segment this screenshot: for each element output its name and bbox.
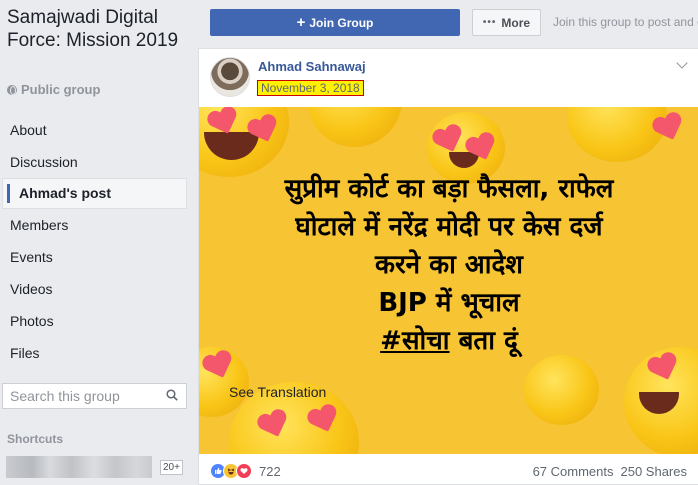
nav-item-events[interactable]: Events (0, 241, 190, 273)
headline-line: BJP में भूचाल (378, 288, 520, 318)
see-translation-link[interactable]: See Translation (229, 384, 326, 400)
shortcut-count-badge: 20+ (160, 459, 183, 475)
post-author[interactable]: Ahmad Sahnawaj (258, 59, 366, 74)
post-image[interactable]: सुप्रीम कोर्ट का बड़ा फैसला, राफेल घोटाल… (199, 107, 698, 454)
search-icon[interactable] (166, 389, 178, 401)
love-reaction-icon (236, 463, 252, 479)
post-headline: सुप्रीम कोर्ट का बड़ा फैसला, राफेल घोटाल… (199, 170, 698, 360)
blurred-shortcut (6, 456, 152, 478)
shortcuts-heading: Shortcuts (7, 432, 64, 446)
headline-tail: बता दूं (449, 326, 518, 356)
reactions-summary[interactable]: 722 (210, 463, 281, 479)
heart-eyes-emoji-decoration (524, 355, 599, 425)
heart-eyes-emoji-decoration (307, 107, 402, 147)
group-privacy: Public group (7, 82, 100, 97)
join-hint-text: Join this group to post and c (553, 15, 698, 29)
comments-count[interactable]: 67 Comments (533, 464, 614, 479)
nav-item-about[interactable]: About (0, 114, 190, 146)
plus-icon: + (296, 13, 306, 31)
engagement-counts: 67 Comments 250 Shares (533, 464, 687, 479)
post-footer: 722 67 Comments 250 Shares (199, 454, 698, 485)
group-privacy-label: Public group (21, 82, 101, 97)
shortcut-item[interactable]: 20+ (6, 456, 183, 478)
nav-item-files[interactable]: Files (0, 337, 190, 369)
nav-item-discussion[interactable]: Discussion (0, 146, 190, 178)
reaction-count[interactable]: 722 (259, 464, 281, 479)
headline-hashtag[interactable]: #सोचा (380, 326, 449, 356)
heart-eyes-emoji-decoration (567, 107, 667, 162)
search-input[interactable] (3, 384, 153, 408)
chevron-down-icon[interactable] (676, 57, 688, 69)
more-label: More (501, 15, 531, 30)
author-avatar[interactable] (210, 57, 250, 97)
headline-line: घोटाले में नरेंद्र मोदी पर केस दर्ज (295, 212, 603, 242)
join-group-button[interactable]: + Join Group (210, 9, 460, 36)
shares-count[interactable]: 250 Shares (621, 464, 688, 479)
nav-item-members[interactable]: Members (0, 209, 190, 241)
more-dots-icon: ••• (482, 17, 497, 28)
nav-item-ahmads-post[interactable]: Ahmad's post (2, 178, 187, 209)
headline-line: सुप्रीम कोर्ट का बड़ा फैसला, राफेल (284, 174, 614, 204)
nav-item-videos[interactable]: Videos (0, 273, 190, 305)
group-nav: About Discussion Ahmad's post Members Ev… (0, 114, 190, 369)
group-title[interactable]: Samajwadi Digital Force: Mission 2019 (7, 6, 192, 52)
headline-line: करने का आदेश (375, 250, 523, 280)
more-button[interactable]: ••• More (472, 9, 541, 36)
join-group-label: Join Group (309, 15, 374, 30)
globe-icon (7, 84, 17, 95)
post-timestamp[interactable]: November 3, 2018 (257, 80, 364, 96)
group-sidebar: Samajwadi Digital Force: Mission 2019 Pu… (0, 0, 198, 485)
post-card: Ahmad Sahnawaj November 3, 2018 सुप्रीम … (198, 48, 698, 485)
headline-line: #सोचा बता दूं (199, 322, 698, 360)
group-search[interactable] (2, 383, 187, 409)
nav-item-photos[interactable]: Photos (0, 305, 190, 337)
